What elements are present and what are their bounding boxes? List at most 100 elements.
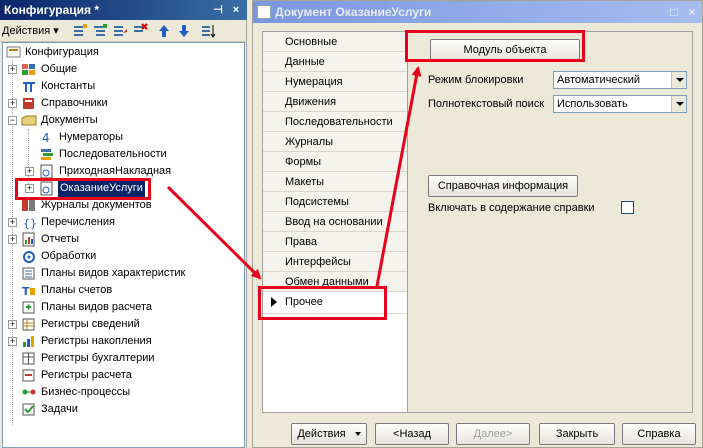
close-icon[interactable]: × <box>685 5 699 19</box>
document-icon <box>40 164 53 179</box>
tree-item-calc-type-plans[interactable]: Планы видов расчета <box>3 299 243 316</box>
tree-item-info-registers[interactable]: + Регистры сведений <box>3 316 243 333</box>
back-button[interactable]: <Назад <box>375 423 449 445</box>
tree-item-sequences[interactable]: Последовательности <box>3 146 243 163</box>
tab-input-based-on[interactable]: Ввод на основании <box>263 212 407 232</box>
tab-basic[interactable]: Основные <box>263 32 407 52</box>
expand-icon[interactable]: + <box>8 99 17 108</box>
tree-item-label: Документы <box>41 114 98 126</box>
tree-item-processing[interactable]: Обработки <box>3 248 243 265</box>
tree-item-tasks[interactable]: Задачи <box>3 401 243 418</box>
bottom-button-bar: Действия <Назад Далее> Закрыть Справка <box>253 419 702 447</box>
highlight-other-tab <box>258 286 387 320</box>
tree-item-label: Обработки <box>41 250 97 262</box>
edit-icon[interactable] <box>112 23 128 39</box>
move-down-icon[interactable] <box>176 23 192 39</box>
tree-item-numerators[interactable]: 4 Нумераторы <box>3 129 243 146</box>
next-button[interactable]: Далее> <box>456 423 530 445</box>
calc-plans-icon <box>22 301 35 314</box>
fulltext-search-select[interactable]: Использовать <box>553 95 687 113</box>
tab-interfaces[interactable]: Интерфейсы <box>263 252 407 272</box>
config-panel-title: Конфигурация * <box>4 3 100 17</box>
tab-sequences[interactable]: Последовательности <box>263 112 407 132</box>
tree-item-business-processes[interactable]: Бизнес-процессы <box>3 384 243 401</box>
close-icon[interactable]: × <box>229 3 243 17</box>
pin-icon[interactable]: ⊣ <box>211 3 225 17</box>
expand-icon[interactable]: + <box>8 235 17 244</box>
tree-item-label: Планы счетов <box>41 284 113 296</box>
tree-item-label: Планы видов характеристик <box>41 267 186 279</box>
tree-item-account-registers[interactable]: Регистры бухгалтерии <box>3 350 243 367</box>
add-child-icon[interactable] <box>92 23 108 39</box>
tree-item-documents[interactable]: − Документы <box>3 112 243 129</box>
tree-item-label: Константы <box>41 80 96 92</box>
maximize-icon[interactable]: □ <box>667 5 681 19</box>
tree-item-calc-registers[interactable]: Регистры расчета <box>3 367 243 384</box>
actions-button-label: Действия <box>297 428 346 440</box>
constants-icon <box>23 82 35 92</box>
tree-item-accum-registers[interactable]: + Регистры накопления <box>3 333 243 350</box>
tree-item-label: Бизнес-процессы <box>41 386 131 398</box>
fulltext-search-label: Полнотекстовый поиск <box>428 98 545 110</box>
document-window-title: Документ ОказаниеУслуги <box>275 5 432 19</box>
delete-icon[interactable] <box>132 23 148 39</box>
expand-icon[interactable]: + <box>8 218 17 227</box>
chevron-down-icon[interactable] <box>671 96 686 112</box>
close-button[interactable]: Закрыть <box>539 423 615 445</box>
tree-item-label: Регистры расчета <box>41 369 132 381</box>
document-window-title-bar: Документ ОказаниеУслуги □ × <box>253 1 702 23</box>
expand-icon[interactable]: + <box>8 320 17 329</box>
tree-item-char-type-plans[interactable]: Планы видов характеристик <box>3 265 243 282</box>
highlight-object-module <box>405 30 585 62</box>
common-icon <box>22 64 35 75</box>
include-in-help-label: Включать в содержание справки <box>428 202 595 214</box>
config-toolbar: Действия ▾ <box>0 20 247 42</box>
tree-item-common[interactable]: + Общие <box>3 61 243 78</box>
sort-icon[interactable] <box>200 23 216 39</box>
tab-data[interactable]: Данные <box>263 52 407 72</box>
tab-subsystems[interactable]: Подсистемы <box>263 192 407 212</box>
tree-item-reports[interactable]: + Отчеты <box>3 231 243 248</box>
configuration-tree[interactable]: Конфигурация + Общие Константы + Справоч… <box>2 42 245 448</box>
help-button[interactable]: Справка <box>622 423 696 445</box>
tab-forms[interactable]: Формы <box>263 152 407 172</box>
svg-text:T: T <box>22 285 30 298</box>
actions-menu-button[interactable]: Действия ▾ <box>2 23 59 39</box>
expand-icon[interactable]: + <box>25 167 34 176</box>
tab-journals[interactable]: Журналы <box>263 132 407 152</box>
configuration-panel: Конфигурация * ⊣ × Действия ▾ Конфигурац… <box>0 0 247 448</box>
tree-item-configuration[interactable]: Конфигурация <box>3 44 243 61</box>
fulltext-search-value: Использовать <box>557 98 628 110</box>
tab-movements[interactable]: Движения <box>263 92 407 112</box>
collapse-icon[interactable]: − <box>8 116 17 125</box>
help-info-button[interactable]: Справочная информация <box>428 175 578 197</box>
tree-item-catalogs[interactable]: + Справочники <box>3 95 243 112</box>
expand-icon[interactable]: + <box>8 65 17 74</box>
tree-item-chart-of-accounts[interactable]: T Планы счетов <box>3 282 243 299</box>
tab-rights[interactable]: Права <box>263 232 407 252</box>
include-in-help-checkbox[interactable] <box>621 201 634 214</box>
move-up-icon[interactable] <box>156 23 172 39</box>
accum-registers-icon <box>23 336 34 347</box>
tree-item-enums[interactable]: + {} Перечисления <box>3 214 243 231</box>
tree-item-label: Задачи <box>41 403 78 415</box>
expand-icon[interactable]: + <box>8 337 17 346</box>
property-tabs: Основные Данные Нумерация Движения После… <box>262 31 408 413</box>
chevron-down-icon[interactable] <box>671 72 686 88</box>
tab-numbering[interactable]: Нумерация <box>263 72 407 92</box>
processing-icon <box>23 251 35 263</box>
business-process-icon <box>22 389 36 395</box>
actions-button[interactable]: Действия <box>291 423 367 445</box>
lock-mode-label: Режим блокировки <box>428 74 524 86</box>
tree-item-label: Нумераторы <box>59 131 124 143</box>
tree-item-label: Последовательности <box>59 148 167 160</box>
tree-item-constants[interactable]: Константы <box>3 78 243 95</box>
lock-mode-select[interactable]: Автоматический <box>553 71 687 89</box>
add-icon[interactable] <box>72 23 88 39</box>
lock-mode-value: Автоматический <box>557 74 641 86</box>
tab-templates[interactable]: Макеты <box>263 172 407 192</box>
tasks-icon <box>22 403 35 416</box>
chevron-down-icon <box>354 432 361 437</box>
char-plans-icon <box>22 267 35 280</box>
catalogs-icon <box>23 98 34 109</box>
